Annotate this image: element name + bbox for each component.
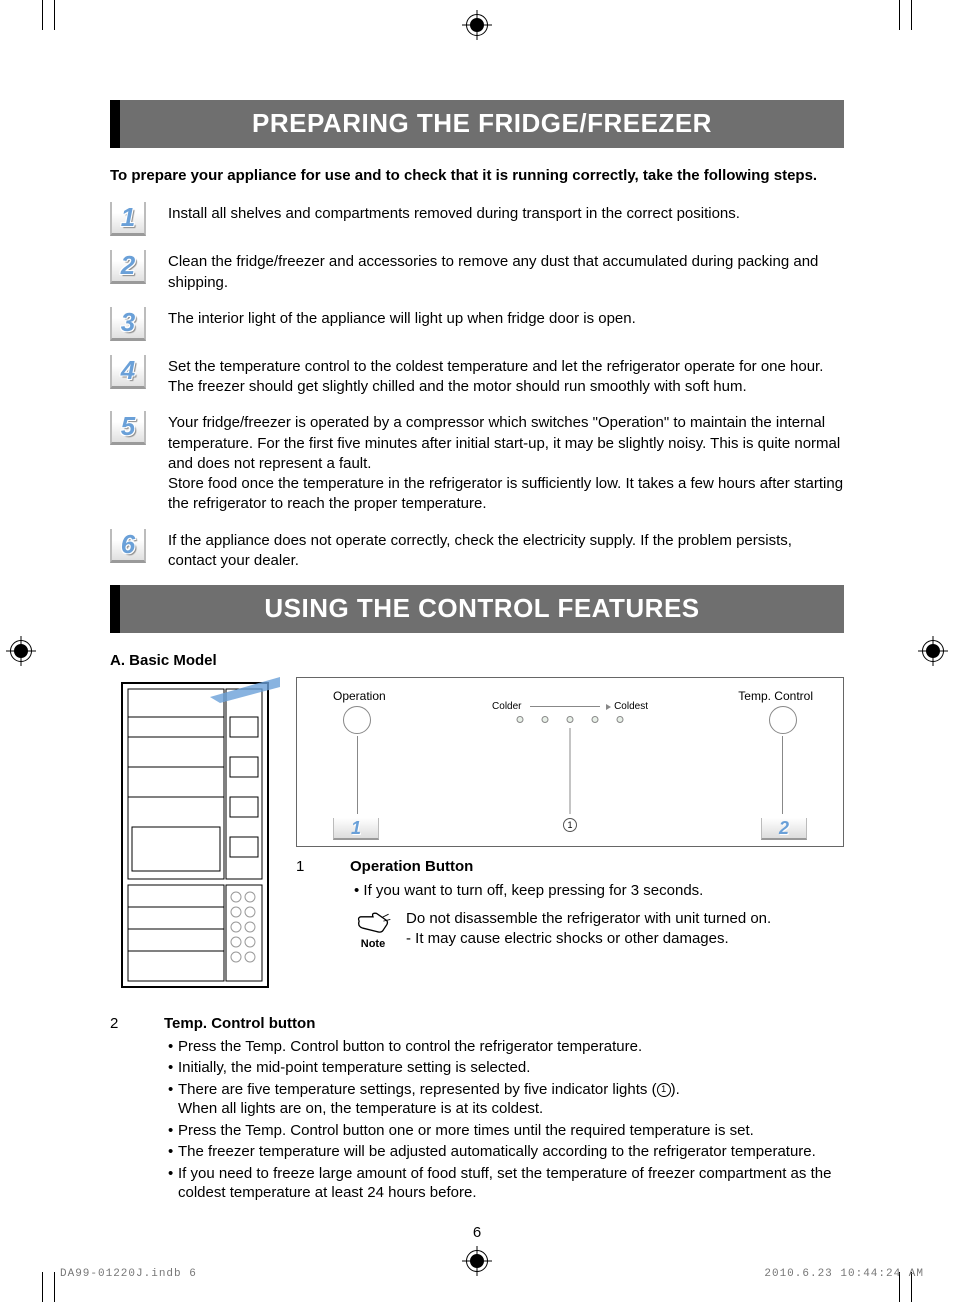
crop-mark [42, 1272, 43, 1302]
step-number-icon: 4 [110, 355, 146, 389]
step-number-icon: 2 [110, 250, 146, 284]
callout-1-icon: 1 [333, 818, 379, 840]
crop-mark [911, 0, 912, 30]
bullet: There are five temperature settings, rep… [168, 1080, 844, 1119]
step-number-icon: 5 [110, 411, 146, 445]
temp-bullets: Press the Temp. Control button to contro… [168, 1037, 844, 1203]
label-temp-control: Temp. Control [738, 688, 813, 704]
note-row: Note Do not disassemble the refrigerator… [350, 909, 844, 952]
step-1: 1 Install all shelves and compartments r… [110, 202, 844, 236]
registration-mark-icon [466, 14, 488, 36]
bullet-sub: When all lights are on, the temperature … [178, 1099, 844, 1119]
indicator-lights [517, 716, 624, 723]
note-line-2: - It may cause electric shocks or other … [406, 929, 844, 949]
page-content: PREPARING THE FRIDGE/FREEZER To prepare … [110, 100, 844, 1243]
indicator-ref-icon: 1 [563, 818, 577, 832]
leader-line [570, 728, 571, 814]
step-3: 3 The interior light of the appliance wi… [110, 307, 844, 341]
step-5: 5 Your fridge/freezer is operated by a c… [110, 411, 844, 514]
bullet: Initially, the mid-point temperature set… [168, 1058, 844, 1078]
step-text: If the appliance does not operate correc… [154, 529, 844, 572]
step-text: Your fridge/freezer is operated by a com… [154, 411, 844, 514]
bullet: Press the Temp. Control button one or mo… [168, 1121, 844, 1141]
step-text: Set the temperature control to the colde… [154, 355, 844, 398]
step-number-icon: 2 [110, 1014, 154, 1034]
bullet: Press the Temp. Control button to contro… [168, 1037, 844, 1057]
control-panel-diagram: Operation Temp. Control Colder Coldest 1… [296, 677, 844, 847]
registration-mark-icon [10, 640, 32, 662]
operation-bullet: • If you want to turn off, keep pressing… [354, 881, 844, 901]
leader-line [782, 736, 783, 814]
step-number-icon: 1 [296, 857, 340, 877]
step-number-icon: 1 [110, 202, 146, 236]
indicator-inline-icon: 1 [657, 1083, 671, 1097]
note-line-1: Do not disassemble the refrigerator with… [406, 909, 844, 929]
footer-right: 2010.6.23 10:44:24 AM [764, 1268, 924, 1280]
step-text: The interior light of the appliance will… [154, 307, 844, 329]
step-4: 4 Set the temperature control to the col… [110, 355, 844, 398]
temp-control-title: Temp. Control button [164, 1014, 844, 1034]
step-2: 2 Clean the fridge/freezer and accessori… [110, 250, 844, 293]
footer-left: DA99-01220J.indb 6 [60, 1268, 197, 1280]
step-text: Install all shelves and compartments rem… [154, 202, 844, 224]
registration-mark-icon [922, 640, 944, 662]
crop-mark [42, 0, 43, 30]
section-title-using: USING THE CONTROL FEATURES [110, 585, 844, 633]
scale-coldest: Coldest [614, 701, 648, 712]
crop-mark [54, 1272, 55, 1302]
bullet: The freezer temperature will be adjusted… [168, 1142, 844, 1162]
scale: Colder Coldest [480, 700, 660, 714]
operation-button-title: Operation Button [350, 857, 844, 877]
section-title-preparing: PREPARING THE FRIDGE/FREEZER [110, 100, 844, 148]
page-number: 6 [110, 1223, 844, 1243]
crop-mark [54, 0, 55, 30]
step-text: Clean the fridge/freezer and accessories… [154, 250, 844, 293]
fridge-illustration [110, 677, 280, 1003]
temp-control-section: 2 Temp. Control button Press the Temp. C… [110, 1014, 844, 1205]
step-6: 6 If the appliance does not operate corr… [110, 529, 844, 572]
crop-mark [899, 0, 900, 30]
operation-button-icon [343, 706, 371, 734]
note-hand-icon [355, 909, 391, 935]
bullet-text: There are five temperature settings, rep… [178, 1081, 680, 1098]
intro-text: To prepare your appliance for use and to… [110, 166, 844, 186]
note-text: Do not disassemble the refrigerator with… [406, 909, 844, 950]
bullet: If you need to freeze large amount of fo… [168, 1164, 844, 1203]
step-number-icon: 6 [110, 529, 146, 563]
callout-2-icon: 2 [761, 818, 807, 840]
step-number-icon: 3 [110, 307, 146, 341]
label-operation: Operation [333, 688, 386, 704]
leader-line [357, 736, 358, 814]
scale-colder: Colder [492, 701, 521, 712]
subhead-basic-model: A. Basic Model [110, 651, 844, 671]
operation-button-section: 1 Operation Button • If you want to turn… [296, 857, 844, 951]
note-label: Note [350, 937, 396, 952]
print-footer: DA99-01220J.indb 6 2010.6.23 10:44:24 AM [60, 1268, 924, 1280]
temp-control-button-icon [769, 706, 797, 734]
